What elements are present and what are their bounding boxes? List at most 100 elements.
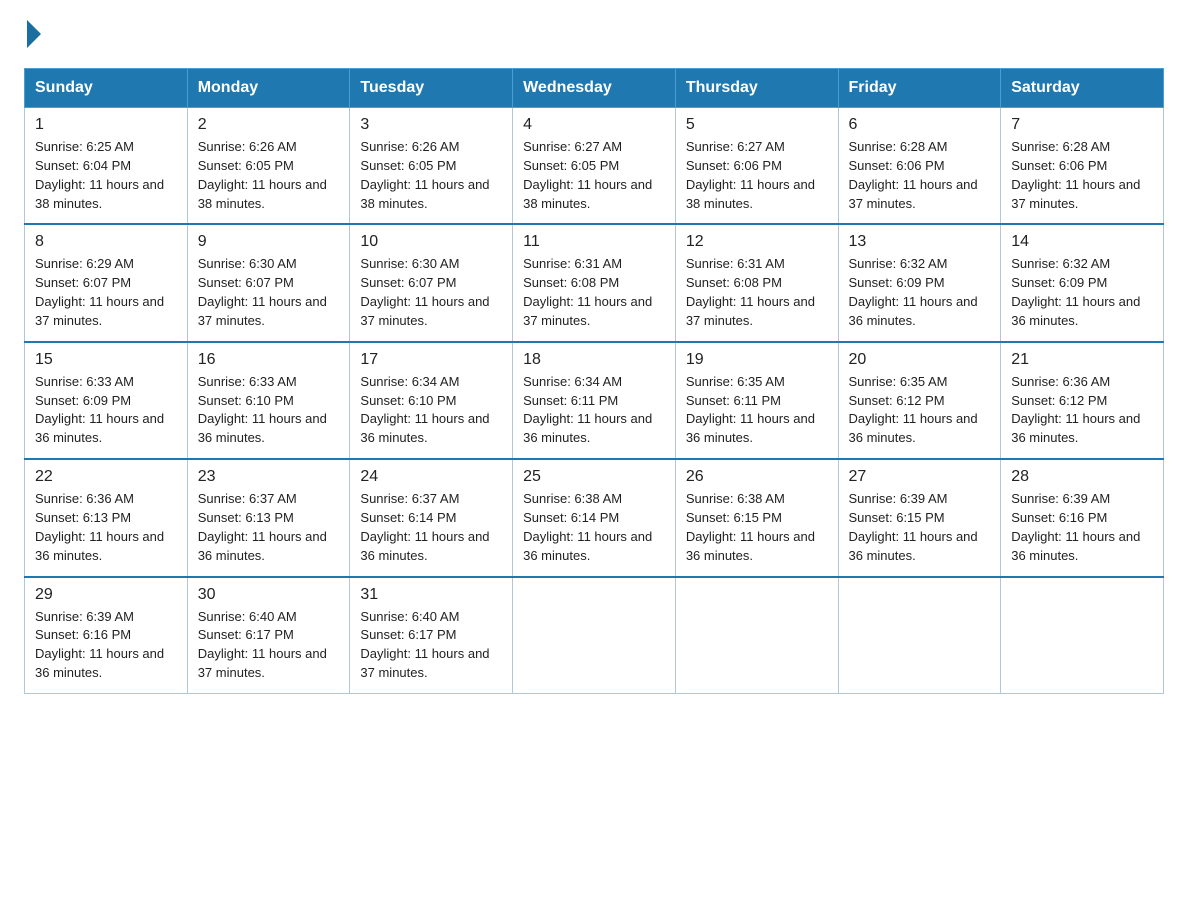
- calendar-cell: 2 Sunrise: 6:26 AMSunset: 6:05 PMDaylight…: [187, 108, 350, 225]
- day-number: 25: [523, 468, 665, 486]
- calendar-cell: 26 Sunrise: 6:38 AMSunset: 6:15 PMDayligh…: [675, 459, 838, 576]
- calendar-cell: 7 Sunrise: 6:28 AMSunset: 6:06 PMDaylight…: [1001, 108, 1164, 225]
- calendar-cell: [513, 577, 676, 694]
- day-number: 20: [849, 351, 991, 369]
- day-number: 23: [198, 468, 340, 486]
- day-info: Sunrise: 6:25 AMSunset: 6:04 PMDaylight:…: [35, 138, 177, 213]
- day-number: 11: [523, 233, 665, 251]
- calendar-cell: 19 Sunrise: 6:35 AMSunset: 6:11 PMDayligh…: [675, 342, 838, 459]
- day-number: 12: [686, 233, 828, 251]
- day-number: 18: [523, 351, 665, 369]
- calendar-cell: 24 Sunrise: 6:37 AMSunset: 6:14 PMDayligh…: [350, 459, 513, 576]
- day-info: Sunrise: 6:29 AMSunset: 6:07 PMDaylight:…: [35, 255, 177, 330]
- day-number: 9: [198, 233, 340, 251]
- calendar-cell: 30Sunrise: 6:40 AMSunset: 6:17 PMDayligh…: [187, 577, 350, 694]
- calendar-cell: 25 Sunrise: 6:38 AMSunset: 6:14 PMDayligh…: [513, 459, 676, 576]
- calendar-week-row: 15 Sunrise: 6:33 AMSunset: 6:09 PMDayligh…: [25, 342, 1164, 459]
- day-number: 26: [686, 468, 828, 486]
- day-info: Sunrise: 6:27 AMSunset: 6:06 PMDaylight:…: [686, 138, 828, 213]
- day-number: 13: [849, 233, 991, 251]
- calendar-cell: 22Sunrise: 6:36 AMSunset: 6:13 PMDayligh…: [25, 459, 188, 576]
- day-number: 24: [360, 468, 502, 486]
- calendar-cell: 20 Sunrise: 6:35 AMSunset: 6:12 PMDayligh…: [838, 342, 1001, 459]
- day-info: Sunrise: 6:35 AMSunset: 6:12 PMDaylight:…: [849, 373, 991, 448]
- day-number: 3: [360, 116, 502, 134]
- day-info: Sunrise: 6:32 AMSunset: 6:09 PMDaylight:…: [1011, 255, 1153, 330]
- day-number: 5: [686, 116, 828, 134]
- weekday-header-thursday: Thursday: [675, 69, 838, 108]
- day-info: Sunrise: 6:31 AMSunset: 6:08 PMDaylight:…: [686, 255, 828, 330]
- weekday-header-monday: Monday: [187, 69, 350, 108]
- day-info: Sunrise: 6:33 AMSunset: 6:10 PMDaylight:…: [198, 373, 340, 448]
- calendar-cell: 31 Sunrise: 6:40 AMSunset: 6:17 PMDayligh…: [350, 577, 513, 694]
- day-info: Sunrise: 6:26 AMSunset: 6:05 PMDaylight:…: [198, 138, 340, 213]
- calendar-cell: 16 Sunrise: 6:33 AMSunset: 6:10 PMDayligh…: [187, 342, 350, 459]
- day-number: 10: [360, 233, 502, 251]
- day-number: 15: [35, 351, 177, 369]
- day-number: 14: [1011, 233, 1153, 251]
- calendar-cell: 8 Sunrise: 6:29 AMSunset: 6:07 PMDaylight…: [25, 224, 188, 341]
- day-info: Sunrise: 6:34 AMSunset: 6:10 PMDaylight:…: [360, 373, 502, 448]
- calendar-cell: 15 Sunrise: 6:33 AMSunset: 6:09 PMDayligh…: [25, 342, 188, 459]
- calendar-body: 1Sunrise: 6:25 AMSunset: 6:04 PMDaylight…: [25, 108, 1164, 694]
- day-number: 27: [849, 468, 991, 486]
- day-info: Sunrise: 6:36 AMSunset: 6:13 PMDaylight:…: [35, 490, 177, 565]
- day-info: Sunrise: 6:37 AMSunset: 6:14 PMDaylight:…: [360, 490, 502, 565]
- calendar-cell: [838, 577, 1001, 694]
- day-number: 29: [35, 586, 177, 604]
- day-number: 6: [849, 116, 991, 134]
- calendar-cell: 5 Sunrise: 6:27 AMSunset: 6:06 PMDaylight…: [675, 108, 838, 225]
- day-info: Sunrise: 6:28 AMSunset: 6:06 PMDaylight:…: [849, 138, 991, 213]
- calendar-cell: 10 Sunrise: 6:30 AMSunset: 6:07 PMDayligh…: [350, 224, 513, 341]
- calendar-cell: 23Sunrise: 6:37 AMSunset: 6:13 PMDayligh…: [187, 459, 350, 576]
- day-info: Sunrise: 6:35 AMSunset: 6:11 PMDaylight:…: [686, 373, 828, 448]
- calendar-cell: 14 Sunrise: 6:32 AMSunset: 6:09 PMDayligh…: [1001, 224, 1164, 341]
- day-number: 21: [1011, 351, 1153, 369]
- day-info: Sunrise: 6:26 AMSunset: 6:05 PMDaylight:…: [360, 138, 502, 213]
- day-number: 19: [686, 351, 828, 369]
- day-info: Sunrise: 6:39 AMSunset: 6:15 PMDaylight:…: [849, 490, 991, 565]
- weekday-header-row: SundayMondayTuesdayWednesdayThursdayFrid…: [25, 69, 1164, 108]
- day-info: Sunrise: 6:27 AMSunset: 6:05 PMDaylight:…: [523, 138, 665, 213]
- day-info: Sunrise: 6:30 AMSunset: 6:07 PMDaylight:…: [198, 255, 340, 330]
- logo-arrow-icon: [27, 20, 41, 48]
- day-number: 31: [360, 586, 502, 604]
- weekday-header-friday: Friday: [838, 69, 1001, 108]
- weekday-header-tuesday: Tuesday: [350, 69, 513, 108]
- calendar-cell: 9 Sunrise: 6:30 AMSunset: 6:07 PMDaylight…: [187, 224, 350, 341]
- day-number: 17: [360, 351, 502, 369]
- calendar-cell: 11 Sunrise: 6:31 AMSunset: 6:08 PMDayligh…: [513, 224, 676, 341]
- calendar-cell: 12 Sunrise: 6:31 AMSunset: 6:08 PMDayligh…: [675, 224, 838, 341]
- calendar-cell: 27 Sunrise: 6:39 AMSunset: 6:15 PMDayligh…: [838, 459, 1001, 576]
- calendar-cell: 28 Sunrise: 6:39 AMSunset: 6:16 PMDayligh…: [1001, 459, 1164, 576]
- calendar-cell: 13 Sunrise: 6:32 AMSunset: 6:09 PMDayligh…: [838, 224, 1001, 341]
- day-number: 7: [1011, 116, 1153, 134]
- calendar-cell: 3 Sunrise: 6:26 AMSunset: 6:05 PMDaylight…: [350, 108, 513, 225]
- calendar-cell: [1001, 577, 1164, 694]
- calendar-cell: 18Sunrise: 6:34 AMSunset: 6:11 PMDayligh…: [513, 342, 676, 459]
- calendar-week-row: 1Sunrise: 6:25 AMSunset: 6:04 PMDaylight…: [25, 108, 1164, 225]
- day-number: 30: [198, 586, 340, 604]
- day-info: Sunrise: 6:32 AMSunset: 6:09 PMDaylight:…: [849, 255, 991, 330]
- day-info: Sunrise: 6:38 AMSunset: 6:14 PMDaylight:…: [523, 490, 665, 565]
- calendar-cell: 6 Sunrise: 6:28 AMSunset: 6:06 PMDaylight…: [838, 108, 1001, 225]
- day-number: 16: [198, 351, 340, 369]
- day-info: Sunrise: 6:30 AMSunset: 6:07 PMDaylight:…: [360, 255, 502, 330]
- day-number: 28: [1011, 468, 1153, 486]
- day-number: 2: [198, 116, 340, 134]
- day-info: Sunrise: 6:39 AMSunset: 6:16 PMDaylight:…: [1011, 490, 1153, 565]
- day-info: Sunrise: 6:39 AMSunset: 6:16 PMDaylight:…: [35, 608, 177, 683]
- day-info: Sunrise: 6:36 AMSunset: 6:12 PMDaylight:…: [1011, 373, 1153, 448]
- calendar-cell: [675, 577, 838, 694]
- day-info: Sunrise: 6:38 AMSunset: 6:15 PMDaylight:…: [686, 490, 828, 565]
- calendar-week-row: 8 Sunrise: 6:29 AMSunset: 6:07 PMDaylight…: [25, 224, 1164, 341]
- logo: [24, 24, 45, 48]
- calendar-cell: 21 Sunrise: 6:36 AMSunset: 6:12 PMDayligh…: [1001, 342, 1164, 459]
- calendar-cell: 1Sunrise: 6:25 AMSunset: 6:04 PMDaylight…: [25, 108, 188, 225]
- day-info: Sunrise: 6:28 AMSunset: 6:06 PMDaylight:…: [1011, 138, 1153, 213]
- day-info: Sunrise: 6:31 AMSunset: 6:08 PMDaylight:…: [523, 255, 665, 330]
- weekday-header-wednesday: Wednesday: [513, 69, 676, 108]
- day-info: Sunrise: 6:40 AMSunset: 6:17 PMDaylight:…: [360, 608, 502, 683]
- day-number: 8: [35, 233, 177, 251]
- day-info: Sunrise: 6:33 AMSunset: 6:09 PMDaylight:…: [35, 373, 177, 448]
